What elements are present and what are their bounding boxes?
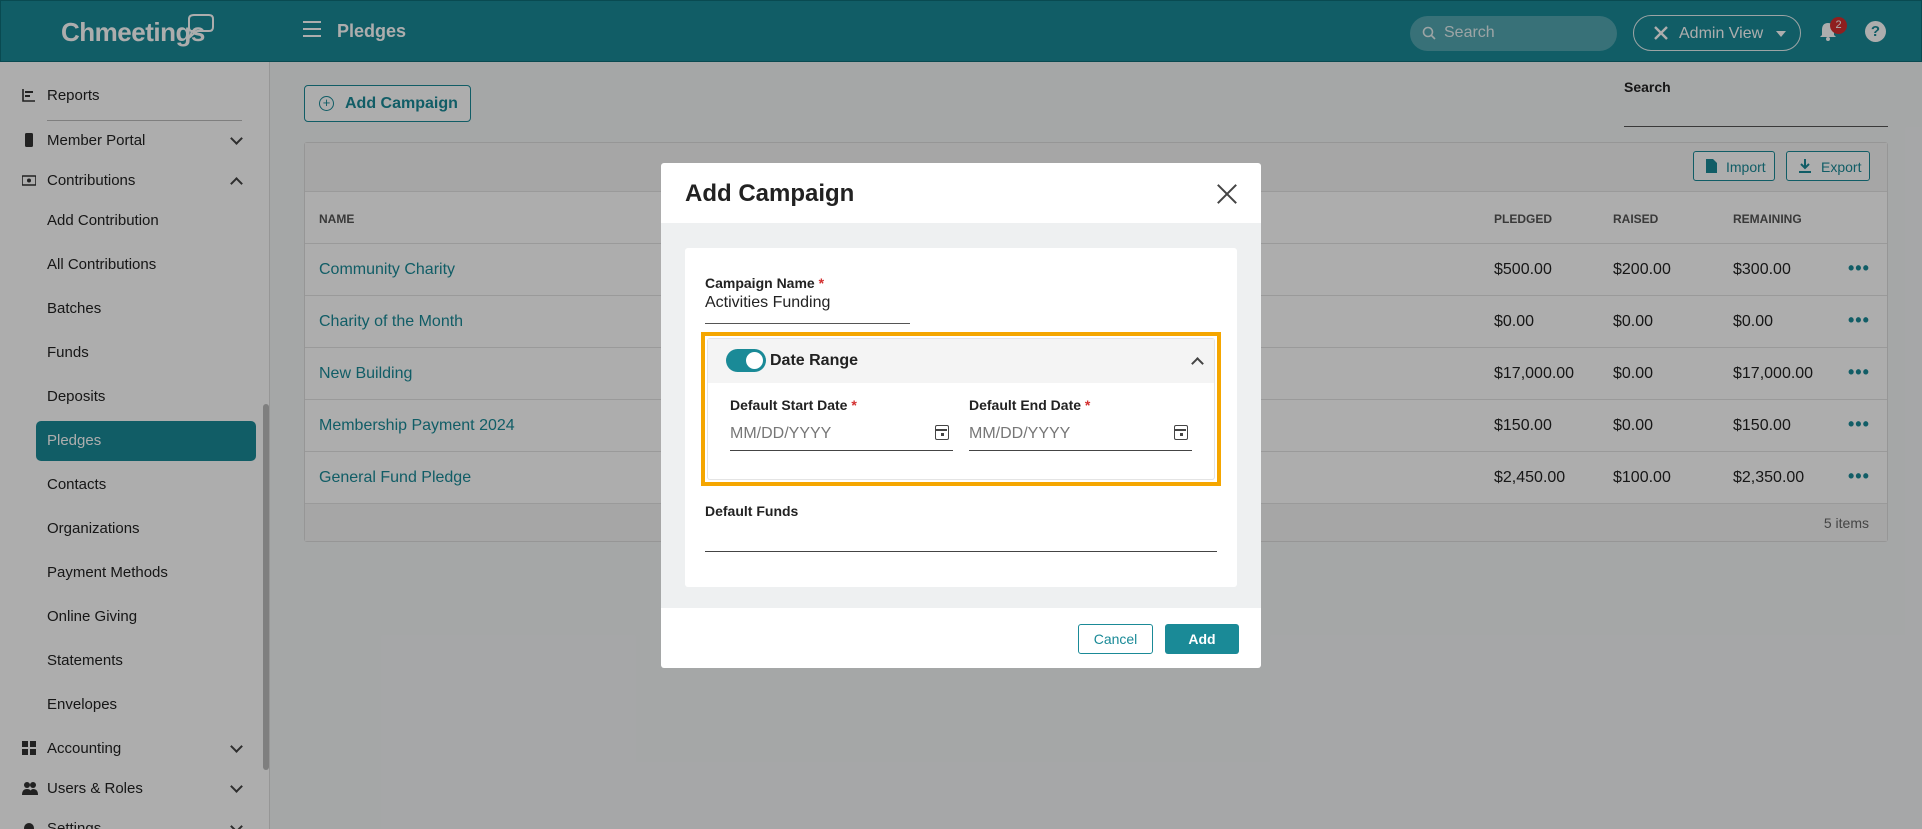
input-underline xyxy=(969,450,1192,451)
input-underline xyxy=(730,450,953,451)
label-text: Default Start Date xyxy=(730,397,848,413)
dialog-body: Campaign Name * Activities Funding Date … xyxy=(661,223,1261,608)
toggle-knob xyxy=(746,352,763,369)
default-funds-input[interactable] xyxy=(705,551,1217,552)
start-date-label: Default Start Date * xyxy=(730,397,857,413)
campaign-name-input[interactable]: Activities Funding xyxy=(705,294,830,312)
chevron-up-icon[interactable] xyxy=(1191,357,1204,370)
close-icon[interactable] xyxy=(1214,181,1240,207)
required-mark: * xyxy=(851,397,857,413)
add-campaign-dialog: Add Campaign Campaign Name * Activities … xyxy=(661,163,1261,668)
input-underline xyxy=(705,323,910,324)
campaign-name-label: Campaign Name * xyxy=(705,275,824,291)
date-range-header[interactable]: Date Range xyxy=(708,339,1214,383)
date-range-toggle[interactable] xyxy=(726,349,766,372)
campaign-form: Campaign Name * Activities Funding Date … xyxy=(685,248,1237,587)
end-date-input[interactable]: MM/DD/YYYY xyxy=(969,425,1070,443)
required-mark: * xyxy=(818,275,825,291)
dialog-title: Add Campaign xyxy=(685,180,855,207)
date-range-panel: Date Range Default Start Date * MM/DD/YY… xyxy=(707,338,1215,480)
required-mark: * xyxy=(1084,397,1091,413)
end-date-label: Default End Date * xyxy=(969,397,1090,413)
cancel-button[interactable]: Cancel xyxy=(1078,624,1153,654)
date-range-label: Date Range xyxy=(770,352,859,369)
label-text: Default End Date xyxy=(969,397,1082,413)
default-funds-label: Default Funds xyxy=(705,503,799,519)
date-range-highlight: Date Range Default Start Date * MM/DD/YY… xyxy=(701,332,1221,486)
calendar-icon[interactable] xyxy=(1174,425,1188,440)
label-text: Campaign Name xyxy=(705,275,815,291)
calendar-icon[interactable] xyxy=(935,425,949,440)
start-date-input[interactable]: MM/DD/YYYY xyxy=(730,425,831,443)
add-button[interactable]: Add xyxy=(1165,624,1239,654)
